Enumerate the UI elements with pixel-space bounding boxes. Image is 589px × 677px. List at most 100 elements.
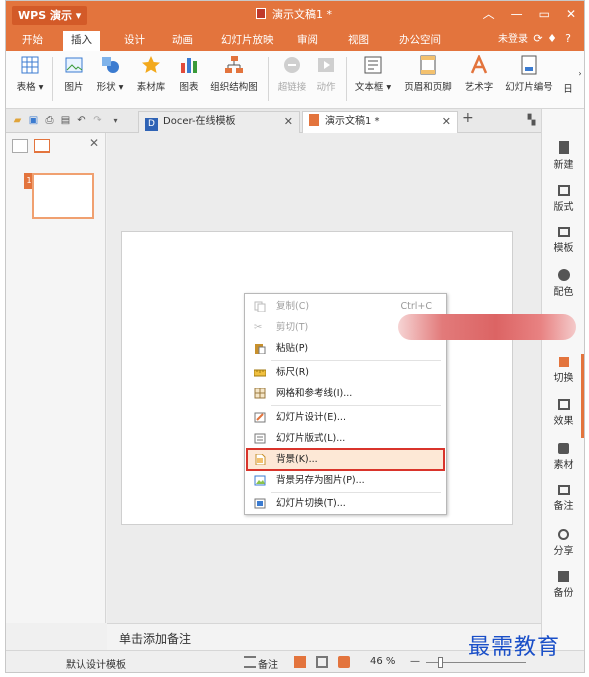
ribbon-scroll-right[interactable]: › (576, 69, 584, 78)
slides-tab[interactable] (34, 139, 50, 153)
slide-number-label: 幻灯片编号 (505, 82, 553, 93)
restore-icon[interactable]: ▭ (539, 5, 550, 23)
slideshow-view-icon[interactable] (338, 656, 350, 668)
wordart-button[interactable]: 艺术字 (461, 55, 497, 93)
outline-tab[interactable] (12, 139, 28, 153)
sync-icon[interactable]: ⟳ (532, 33, 544, 45)
menu-item-slide-transition[interactable]: 幻灯片切换(T)... (247, 493, 444, 514)
menu-tab-review[interactable]: 审阅 (289, 29, 326, 51)
menu-item-paste[interactable]: 粘贴(P) (247, 338, 444, 359)
menu-tab-slideshow[interactable]: 幻灯片放映 (213, 29, 282, 51)
collapse-icon[interactable]: ︿ (483, 5, 495, 23)
design-template-label[interactable]: 默认设计模板 (66, 656, 126, 671)
menu-tab-home[interactable]: 开始 (14, 29, 51, 51)
menu-item-grid[interactable]: 网格和参考线(I)... (247, 383, 444, 404)
date-label: 日 (563, 84, 573, 95)
minimize-icon[interactable]: — (511, 5, 523, 23)
action-label: 动作 (316, 82, 336, 93)
docer-icon: D (145, 118, 158, 131)
chart-button[interactable]: 图表 (175, 55, 203, 93)
quick-access-dropdown-icon[interactable]: ▾ (110, 115, 121, 126)
picture-button[interactable]: 图片 (60, 55, 88, 93)
menu-tab-office-space[interactable]: 办公空间 (391, 29, 449, 51)
zoom-slider-knob[interactable] (438, 657, 443, 668)
menu-separator (271, 405, 441, 406)
task-notes[interactable]: 备注 (542, 485, 584, 512)
material-library-button[interactable]: 素材库 (133, 55, 169, 93)
notes-toggle-label[interactable]: 备注 (258, 656, 278, 671)
menu-item-background[interactable]: 背景(K)... (246, 448, 445, 471)
task-layout[interactable]: 版式 (542, 185, 584, 213)
task-backup[interactable]: 备份 (542, 571, 584, 599)
close-icon[interactable]: ✕ (566, 5, 576, 23)
hyperlink-button[interactable]: 超链接 (274, 55, 310, 93)
task-new[interactable]: 新建 (542, 141, 584, 171)
normal-view-icon[interactable] (294, 656, 306, 668)
open-icon[interactable]: ▰ (12, 115, 23, 126)
task-backup-label: 备份 (553, 588, 574, 599)
print-icon[interactable]: ⎙ (44, 115, 55, 126)
redo-icon[interactable]: ↷ (92, 115, 103, 126)
app-logo[interactable]: WPS 演示 ▾ (12, 6, 88, 25)
tab-docer[interactable]: D Docer-在线模板 ✕ (138, 111, 300, 133)
picture-label: 图片 (64, 82, 84, 93)
task-share[interactable]: 分享 (542, 529, 584, 557)
skin-icon[interactable]: ♦ (546, 33, 558, 45)
tab-list-icon[interactable]: ▚ (526, 115, 537, 126)
menu-item-slide-design[interactable]: 幻灯片设计(E)... (247, 407, 444, 428)
print-preview-icon[interactable]: ▤ (60, 115, 71, 126)
material-library-label: 素材库 (136, 82, 166, 93)
textbox-button[interactable]: 文本框 ▾ (350, 55, 396, 93)
slide-number-button[interactable]: 幻灯片编号 (500, 55, 558, 93)
task-template[interactable]: 模板 (542, 227, 584, 254)
task-template-label: 模板 (553, 243, 574, 254)
undo-icon[interactable]: ↶ (76, 115, 87, 126)
hyperlink-label: 超链接 (277, 82, 307, 93)
menu-tab-animation[interactable]: 动画 (164, 29, 201, 51)
task-color-scheme[interactable]: 配色 (542, 269, 584, 298)
menu-item-paste-label: 粘贴(P) (276, 343, 309, 354)
tab-document-label: 演示文稿1 * (325, 116, 380, 127)
document-tab-bar: ▰ ▣ ⎙ ▤ ↶ ↷ ▾ D Docer-在线模板 ✕ 演示文稿1 * ✕ + … (6, 109, 584, 133)
material-icon (558, 443, 569, 454)
template-icon (557, 227, 570, 237)
action-button[interactable]: 动作 (312, 55, 340, 93)
save-icon[interactable]: ▣ (28, 115, 39, 126)
menu-item-ruler[interactable]: 标尺(R) (247, 362, 444, 383)
menu-item-slide-design-label: 幻灯片设计(E)... (276, 412, 346, 423)
notes-toggle-icon[interactable] (244, 656, 256, 668)
menu-tab-design[interactable]: 设计 (116, 29, 153, 51)
app-name: WPS 演示 (18, 9, 72, 22)
close-tab-icon[interactable]: ✕ (442, 112, 451, 132)
org-chart-button[interactable]: 组织结构图 (206, 55, 262, 93)
menu-item-save-background[interactable]: 背景另存为图片(P)... (247, 470, 444, 491)
tab-document[interactable]: 演示文稿1 * ✕ (302, 111, 458, 133)
close-pane-icon[interactable]: ✕ (89, 136, 99, 150)
new-tab-icon[interactable]: + (462, 111, 474, 125)
ribbon-insert: 表格 ▾ 图片 形状 ▾ 素材库 图表 组织结构图 超链接 动作 文本框 ▾ 页… (6, 51, 584, 109)
task-pane: 新建 版式 模板 配色 切换 效果 素材 备注 分享 备份 (541, 109, 584, 650)
date-button[interactable]: 日 (562, 81, 574, 95)
close-tab-icon[interactable]: ✕ (284, 112, 293, 132)
document-title-text: 演示文稿1 * (272, 8, 332, 21)
task-material[interactable]: 素材 (542, 443, 584, 471)
header-footer-button[interactable]: 页眉和页脚 (400, 55, 456, 93)
shape-button[interactable]: 形状 ▾ (92, 55, 128, 93)
zoom-out-icon[interactable]: — (410, 656, 420, 667)
login-link[interactable]: 未登录 (498, 29, 528, 51)
menu-tab-view[interactable]: 视图 (340, 29, 377, 51)
help-icon[interactable]: ? (562, 33, 574, 45)
task-transition[interactable]: 切换 (542, 357, 584, 384)
menu-item-slide-transition-label: 幻灯片切换(T)... (276, 498, 346, 509)
textbox-icon (364, 56, 382, 74)
pane-resize-handle[interactable] (581, 354, 584, 438)
menu-item-slide-layout[interactable]: 幻灯片版式(L)... (247, 428, 444, 449)
textbox-label: 文本框 (354, 82, 384, 93)
menu-tab-insert[interactable]: 插入 (63, 29, 100, 51)
sorter-view-icon[interactable] (316, 656, 328, 668)
pane-tabs (12, 139, 50, 153)
slide-thumbnail[interactable] (32, 173, 94, 219)
slide-design-icon (254, 412, 266, 423)
task-effect[interactable]: 效果 (542, 399, 584, 427)
table-button[interactable]: 表格 ▾ (12, 55, 48, 93)
